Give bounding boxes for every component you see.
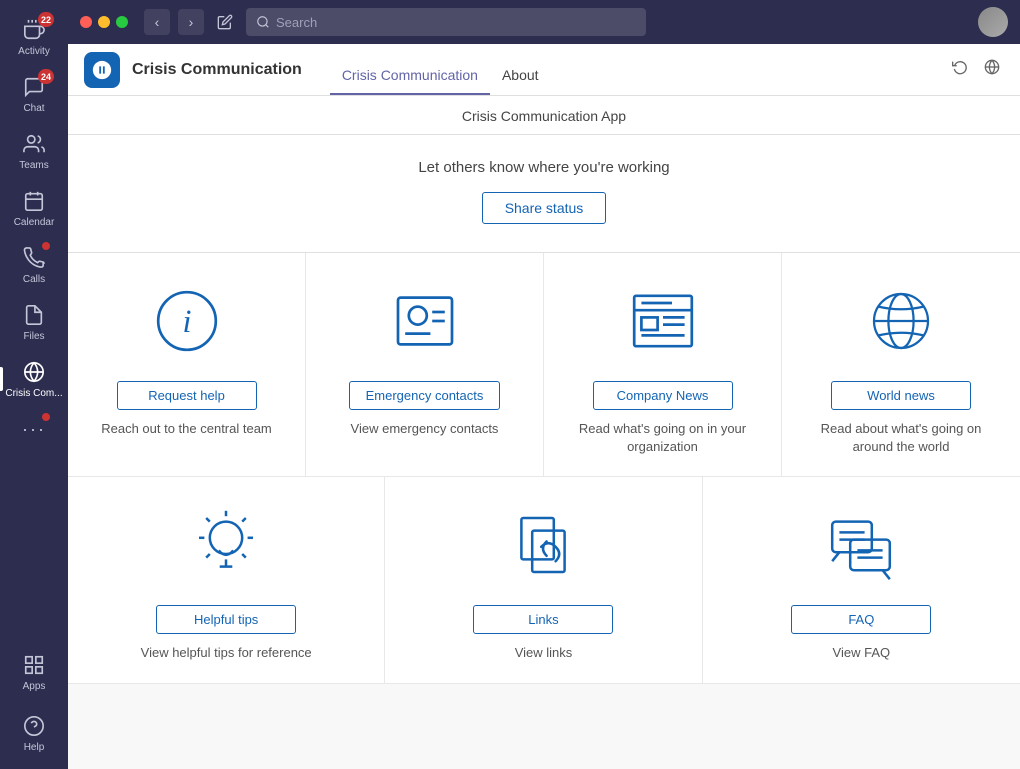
helpful-tips-icon — [186, 505, 266, 585]
files-icon — [20, 301, 48, 329]
search-input[interactable] — [276, 15, 636, 30]
world-news-desc: Read about what's going on around the wo… — [811, 420, 991, 456]
maximize-button[interactable] — [116, 16, 128, 28]
calls-badge — [42, 242, 50, 250]
links-icon — [503, 505, 583, 585]
compose-button[interactable] — [212, 9, 238, 35]
sidebar-item-more[interactable]: ··· — [0, 407, 68, 453]
help-icon — [20, 712, 48, 740]
sidebar-item-activity-label: Activity — [18, 46, 50, 57]
globe-button[interactable] — [980, 55, 1004, 84]
sidebar-item-teams-label: Teams — [19, 160, 48, 171]
app-tabs: Crisis Communication About — [330, 44, 551, 95]
sidebar-item-chat-label: Chat — [23, 103, 44, 114]
sidebar-item-calendar-label: Calendar — [14, 217, 55, 228]
request-help-button[interactable]: Request help — [117, 381, 257, 410]
app-banner-title: Crisis Communication App — [462, 108, 626, 124]
sidebar: 22 Activity 24 Chat Teams — [0, 0, 68, 769]
world-news-button[interactable]: World news — [831, 381, 971, 410]
sidebar-item-activity[interactable]: 22 Activity — [0, 8, 68, 65]
app-title: Crisis Communication — [132, 61, 302, 79]
avatar — [978, 7, 1008, 37]
cards-row-1: i Request help Reach out to the central … — [68, 253, 1020, 477]
forward-button[interactable]: › — [178, 9, 204, 35]
apps-icon — [20, 651, 48, 679]
more-badge — [42, 413, 50, 421]
window-controls — [80, 16, 128, 28]
activity-badge: 22 — [38, 12, 54, 27]
company-news-desc: Read what's going on in your organizatio… — [573, 420, 753, 456]
card-world-news: World news Read about what's going on ar… — [782, 253, 1020, 476]
main-content: ‹ › Crisis Communication Crisi — [68, 0, 1020, 769]
chat-icon: 24 — [20, 73, 48, 101]
sidebar-item-crisis[interactable]: Crisis Com... — [0, 350, 68, 407]
request-help-desc: Reach out to the central team — [101, 420, 272, 438]
minimize-button[interactable] — [98, 16, 110, 28]
sidebar-item-teams[interactable]: Teams — [0, 122, 68, 179]
sidebar-item-help[interactable]: Help — [0, 704, 68, 761]
cards-row-2: Helpful tips View helpful tips for refer… — [68, 477, 1020, 683]
search-icon — [256, 15, 270, 29]
sidebar-item-calendar[interactable]: Calendar — [0, 179, 68, 236]
links-button[interactable]: Links — [473, 605, 613, 634]
company-news-icon — [623, 281, 703, 361]
calendar-icon — [20, 187, 48, 215]
card-company-news: Company News Read what's going on in you… — [544, 253, 782, 476]
app-banner: Crisis Communication App — [68, 96, 1020, 135]
faq-desc: View FAQ — [833, 644, 891, 662]
company-news-button[interactable]: Company News — [593, 381, 733, 410]
emergency-contacts-desc: View emergency contacts — [351, 420, 499, 438]
calls-icon — [20, 244, 48, 272]
emergency-contacts-button[interactable]: Emergency contacts — [349, 381, 501, 410]
sidebar-item-help-label: Help — [24, 742, 45, 753]
chat-badge: 24 — [38, 69, 54, 84]
close-button[interactable] — [80, 16, 92, 28]
titlebar: ‹ › — [68, 0, 1020, 44]
world-news-icon — [861, 281, 941, 361]
request-help-icon: i — [147, 281, 227, 361]
sidebar-item-apps-label: Apps — [23, 681, 46, 692]
sidebar-item-apps[interactable]: Apps — [0, 643, 68, 700]
app-header-actions — [948, 55, 1004, 84]
sidebar-item-calls-label: Calls — [23, 274, 45, 285]
card-emergency-contacts: Emergency contacts View emergency contac… — [306, 253, 544, 476]
app-icon — [84, 52, 120, 88]
sidebar-item-crisis-label: Crisis Com... — [5, 388, 62, 399]
status-text: Let others know where you're working — [68, 159, 1020, 176]
card-helpful-tips: Helpful tips View helpful tips for refer… — [68, 477, 385, 682]
cards-container: i Request help Reach out to the central … — [68, 253, 1020, 684]
faq-icon — [821, 505, 901, 585]
card-links: Links View links — [385, 477, 702, 682]
emergency-contacts-icon — [385, 281, 465, 361]
svg-text:i: i — [182, 304, 191, 340]
content-area: Crisis Communication App Let others know… — [68, 96, 1020, 769]
card-request-help: i Request help Reach out to the central … — [68, 253, 306, 476]
tab-crisis-communication[interactable]: Crisis Communication — [330, 67, 490, 95]
helpful-tips-button[interactable]: Helpful tips — [156, 605, 296, 634]
sidebar-item-chat[interactable]: 24 Chat — [0, 65, 68, 122]
search-bar[interactable] — [246, 8, 646, 36]
sidebar-item-files[interactable]: Files — [0, 293, 68, 350]
back-button[interactable]: ‹ — [144, 9, 170, 35]
refresh-button[interactable] — [948, 55, 972, 84]
teams-icon — [20, 130, 48, 158]
app-header: Crisis Communication Crisis Communicatio… — [68, 44, 1020, 96]
sidebar-item-calls[interactable]: Calls — [0, 236, 68, 293]
helpful-tips-desc: View helpful tips for reference — [141, 644, 312, 662]
faq-button[interactable]: FAQ — [791, 605, 931, 634]
sidebar-item-files-label: Files — [23, 331, 44, 342]
share-status-button[interactable]: Share status — [482, 192, 607, 224]
links-desc: View links — [515, 644, 573, 662]
card-faq: FAQ View FAQ — [703, 477, 1020, 682]
status-section: Let others know where you're working Sha… — [68, 135, 1020, 253]
tab-about[interactable]: About — [490, 67, 551, 95]
crisis-icon — [20, 358, 48, 386]
more-icon: ··· — [20, 415, 48, 443]
activity-icon: 22 — [20, 16, 48, 44]
